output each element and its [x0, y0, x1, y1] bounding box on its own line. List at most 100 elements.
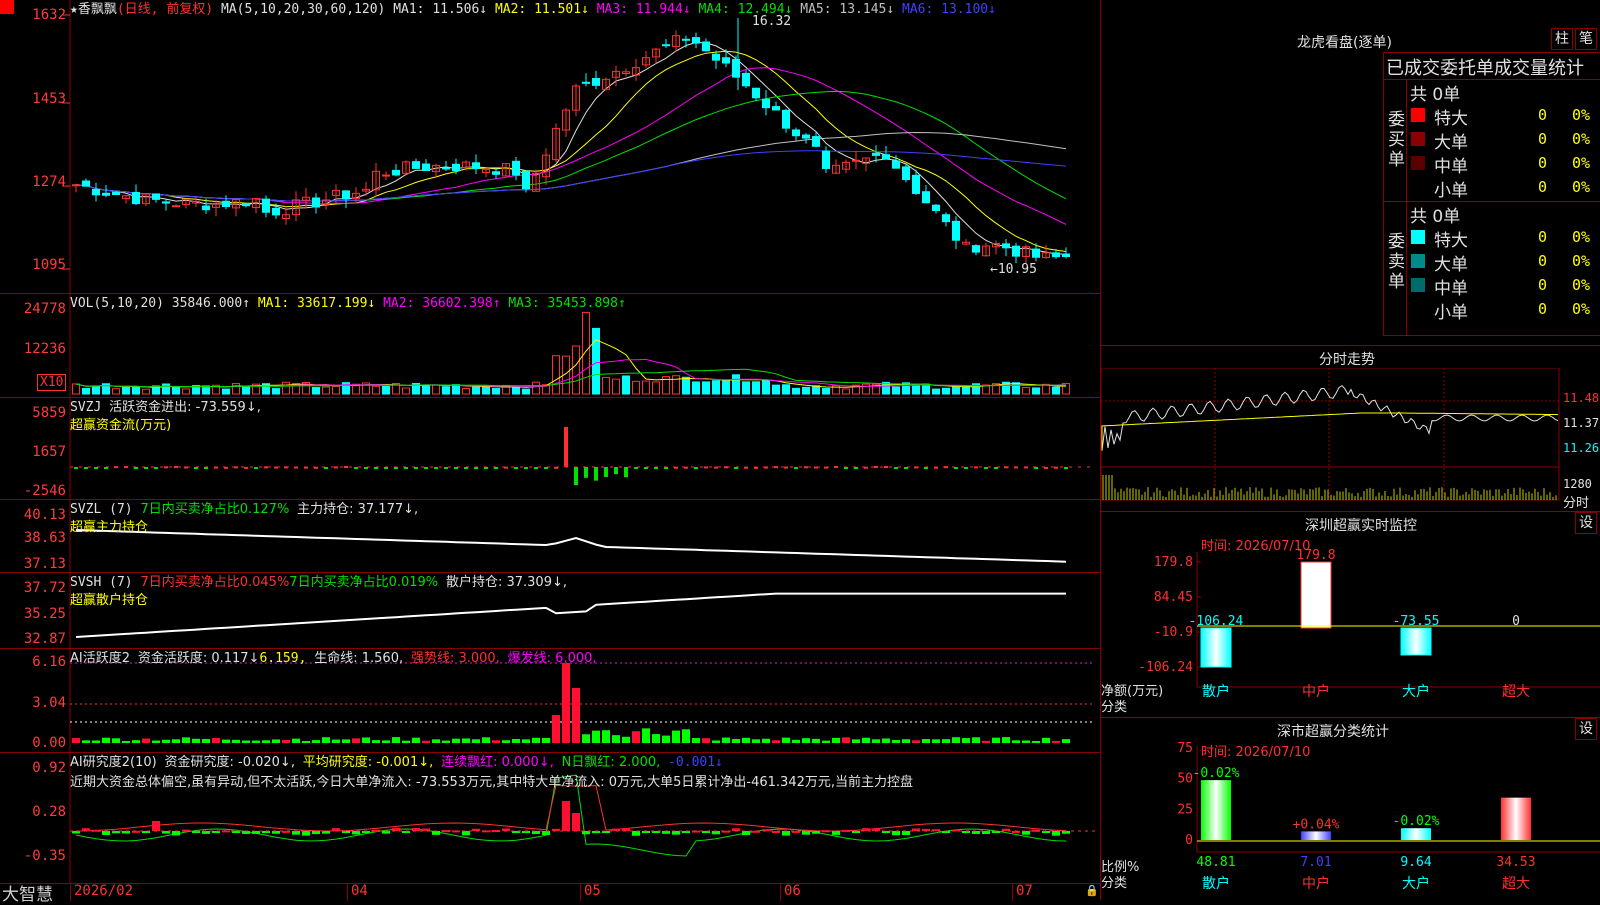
flow-bar [784, 466, 788, 469]
svzl-title: SVZL (7) [70, 502, 133, 517]
sell-row-swatch [1411, 302, 1425, 316]
volume-bar [572, 345, 580, 395]
sell-side-label: 委卖单 [1388, 232, 1405, 292]
flow-bar [484, 467, 488, 469]
ma-label: MA1: [393, 2, 433, 17]
buy-side-label: 委买单 [1388, 110, 1405, 170]
flow-bar [954, 467, 958, 469]
volume-header: VOL(5,10,20) 35846.000↑ MA1: 33617.199↓ … [70, 296, 626, 311]
flow-bar [134, 467, 138, 469]
flow-bar [694, 467, 698, 469]
monitor-bar [1200, 627, 1232, 668]
candle-body [812, 136, 820, 147]
high-price-label: 16.32 [752, 14, 792, 29]
classify-ylabel: 25 [1177, 802, 1193, 817]
price-ylabel: 1095 [32, 257, 66, 273]
candle-body [942, 214, 950, 223]
activity-bar [872, 739, 880, 743]
flow-bar [734, 467, 738, 469]
candle-body [1012, 245, 1020, 257]
research-bar [802, 831, 810, 835]
volume-panel[interactable]: VOL(5,10,20) 35846.000↑ MA1: 33617.199↓ … [0, 294, 1100, 398]
flow-bar [384, 467, 388, 469]
activity-bar [972, 737, 980, 743]
research-bar [1022, 831, 1030, 835]
svzj-panel[interactable]: SVZJ 活跃资金进出: -73.559↓, 超赢资金流(万元) 5859 16… [0, 398, 1100, 500]
classify-bar-chart[interactable]: 75 50 25 0 -0.02% 48.81 散户 +0.04% 7.01 中户 -0.02% 9.… [1101, 718, 1600, 900]
candle-body [692, 37, 700, 44]
svzl-header: SVZL (7) 7日内买卖净占比0.127% 主力持仓: 37.177↓, [70, 502, 418, 517]
x-axis-tick [780, 883, 781, 901]
vol-ma-values: MA1: 33617.199↓ MA2: 36602.398↑ MA3: 354… [250, 296, 626, 311]
column-view-button[interactable]: 柱 [1551, 28, 1573, 50]
intraday-ylabel: 11.48 [1563, 391, 1600, 405]
activity-bar [472, 739, 480, 743]
lhb-table: 已成交委托单成交量统计 委买单 共 0单 特大 0 0% 大单 0 0% 中单 0 0% 小单 0 0… [1383, 52, 1600, 336]
candle-body [822, 150, 830, 169]
price-panel[interactable]: ★香飘飘(日线, 前复权) MA(5,10,20,30,60,120) MA1:… [0, 0, 1100, 294]
candle-body [72, 184, 80, 187]
sell-total: 共 0单 [1410, 207, 1461, 227]
vol-value: 35846.000↑ [171, 296, 251, 311]
flow-bar [194, 467, 198, 469]
lhb-buy-section: 委买单 共 0单 特大 0 0% 大单 0 0% 中单 0 0% 小单 0 0% [1384, 80, 1600, 201]
flow-bar [504, 466, 508, 469]
svzj-ylabel: 5859 [32, 405, 66, 421]
volume-bar [132, 386, 140, 395]
corner-icon[interactable] [0, 0, 14, 14]
activity-bar [242, 740, 250, 743]
flow-bar [534, 467, 538, 469]
ma-value: 13.145↓ [839, 2, 895, 17]
candle-body [162, 201, 170, 204]
candle-body [802, 134, 810, 139]
tick-view-button[interactable]: 笔 [1575, 28, 1597, 50]
activity-bar [162, 739, 170, 743]
candle-body [472, 162, 480, 170]
activity-bar [1042, 737, 1050, 743]
activity-bar [112, 738, 120, 743]
flow-bar [904, 467, 908, 469]
volume-bar [642, 380, 650, 395]
buy-row-pct: 0% [1572, 154, 1591, 172]
svsh-net-ratio-1: 7日内买卖净占比0.045% [140, 575, 290, 590]
flow-bar [854, 467, 858, 469]
svsh-ylabel: 32.87 [23, 631, 66, 647]
lock-icon[interactable]: 🔒 [1085, 884, 1099, 897]
ai-activity-panel[interactable]: AI活跃度2 资金活跃度: 0.117↓6.159, 生命线: 1.560, 强… [0, 649, 1100, 753]
ai-activity-ylabel: 0.00 [32, 735, 66, 751]
flow-bar [164, 466, 168, 469]
svzl-panel[interactable]: SVZL (7) 7日内买卖净占比0.127% 主力持仓: 37.177↓, 超… [0, 500, 1100, 573]
ai-research-panel[interactable]: AI研究度2(10) 资金研究度: -0.020↓, 平均研究度: -0.001… [0, 753, 1100, 883]
flow-bar [834, 466, 838, 469]
activity-bar [482, 737, 490, 743]
volume-bar [1012, 382, 1020, 395]
intraday-chart[interactable] [1101, 368, 1600, 508]
monitor-bar-chart[interactable]: 179.884.45-10.9-106.24-106.24散户179.8中户-7… [1101, 512, 1600, 702]
activity-bar [362, 737, 370, 743]
svsh-subtitle: 超赢散户持仓 [70, 593, 149, 608]
activity-bar [1002, 737, 1010, 743]
volume-bar [272, 388, 280, 395]
flow-bar [804, 466, 808, 469]
activity-bar [862, 737, 870, 743]
candlestick-chart[interactable] [0, 0, 1100, 294]
flow-bar [864, 466, 868, 469]
activity-bar [892, 739, 900, 743]
x-axis-label: 07 [1016, 883, 1033, 899]
candle-body [582, 81, 590, 84]
svzl-ylabel: 38.63 [23, 530, 66, 546]
svsh-panel[interactable]: SVSH (7) 7日内买卖净占比0.045%7日内买卖净占比0.019% 散户… [0, 573, 1100, 649]
ai-research-ylabel: 0.92 [32, 760, 66, 776]
ma-label: MA6: [894, 2, 942, 17]
flow-bar [524, 467, 528, 469]
flow-bar [84, 467, 88, 469]
volume-bar [622, 375, 630, 395]
sell-row-swatch [1411, 230, 1425, 244]
candle-body [662, 44, 670, 47]
candle-body [912, 174, 920, 194]
volume-bar [782, 384, 790, 395]
star-icon[interactable]: ★ [70, 2, 78, 17]
activity-bar [622, 736, 630, 743]
classify-axis-title: 分类 [1101, 876, 1128, 891]
activity-bar [902, 739, 910, 743]
